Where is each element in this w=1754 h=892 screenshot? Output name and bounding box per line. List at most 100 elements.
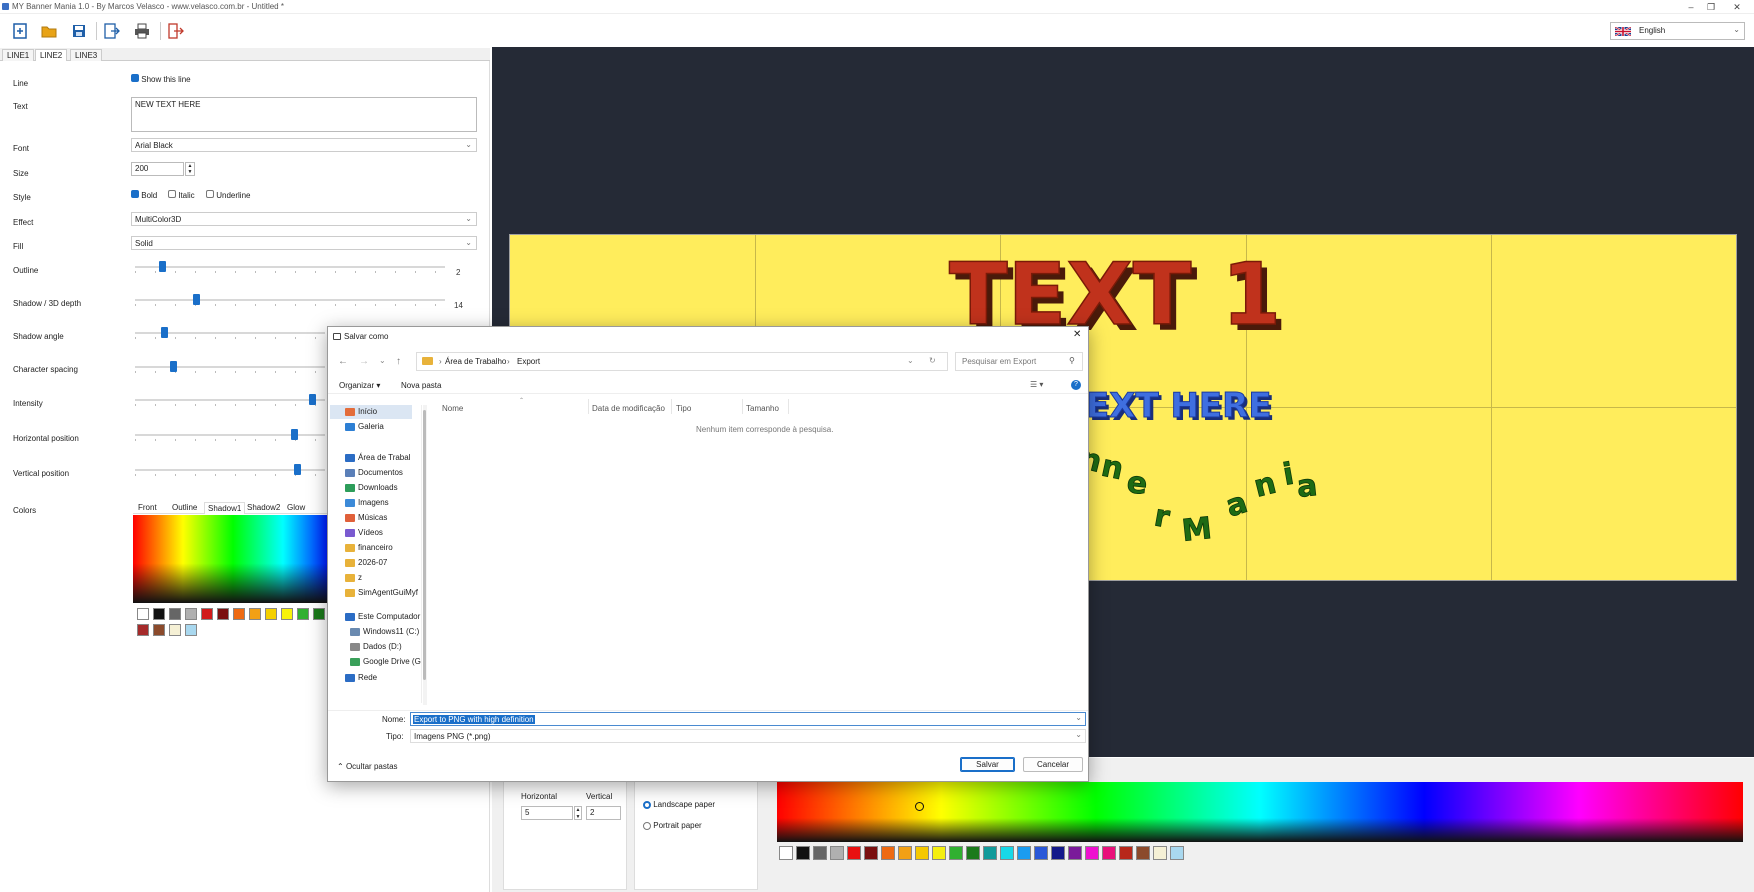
- maximize-button[interactable]: ❐: [1704, 1, 1718, 13]
- color-swatch[interactable]: [169, 608, 181, 620]
- view-options-icon[interactable]: ☰ ▾: [1030, 380, 1043, 389]
- text-input[interactable]: NEW TEXT HERE: [131, 97, 477, 132]
- nav-item-folder[interactable]: SimAgentGuiMyf: [345, 586, 425, 600]
- exit-icon[interactable]: [166, 21, 186, 41]
- tab-outline[interactable]: Outline: [169, 502, 200, 513]
- slider-thumb[interactable]: [291, 429, 298, 440]
- color-swatch[interactable]: [779, 846, 793, 860]
- color-swatch[interactable]: [915, 846, 929, 860]
- color-swatch[interactable]: [169, 624, 181, 636]
- column-size[interactable]: Tamanho: [746, 404, 779, 413]
- portrait-radio[interactable]: Portrait paper: [643, 821, 702, 830]
- color-swatch[interactable]: [830, 846, 844, 860]
- color-picker-cursor[interactable]: [915, 802, 924, 811]
- nav-item-desktop[interactable]: Área de Trabal: [345, 451, 425, 465]
- landscape-radio[interactable]: Landscape paper: [643, 800, 715, 809]
- chevron-down-icon[interactable]: ⌄: [1075, 713, 1082, 722]
- nav-item-drive-c[interactable]: Windows11 (C:): [350, 625, 430, 639]
- vertical-pages-stepper[interactable]: 2: [586, 806, 621, 820]
- color-swatch[interactable]: [137, 624, 149, 636]
- up-arrow-icon[interactable]: ↑: [396, 356, 401, 367]
- color-swatch[interactable]: [233, 608, 245, 620]
- background-color-spectrum[interactable]: [777, 782, 1743, 842]
- column-type[interactable]: Tipo: [676, 404, 691, 413]
- color-swatch[interactable]: [137, 608, 149, 620]
- underline-checkbox[interactable]: Underline: [206, 190, 250, 200]
- vertical-position-slider[interactable]: [135, 464, 325, 476]
- minimize-button[interactable]: –: [1684, 1, 1698, 13]
- color-swatch[interactable]: [966, 846, 980, 860]
- slider-thumb[interactable]: [193, 294, 200, 305]
- nav-item-galeria[interactable]: Galeria: [345, 420, 425, 434]
- recent-chevron-icon[interactable]: ⌄: [379, 356, 386, 365]
- file-name-input[interactable]: Export to PNG with high definition ⌄: [410, 712, 1086, 726]
- color-swatch[interactable]: [249, 608, 261, 620]
- color-swatch[interactable]: [898, 846, 912, 860]
- color-swatch[interactable]: [983, 846, 997, 860]
- color-swatch[interactable]: [1051, 846, 1065, 860]
- export-icon[interactable]: [102, 21, 122, 41]
- tab-line3[interactable]: LINE3: [70, 49, 103, 61]
- nav-item-google-drive[interactable]: Google Drive (G: [350, 655, 430, 669]
- tab-shadow2[interactable]: Shadow2: [244, 502, 283, 513]
- color-swatch[interactable]: [1170, 846, 1184, 860]
- breadcrumb-desktop[interactable]: Área de Trabalho: [445, 357, 506, 366]
- column-name[interactable]: Nome: [442, 404, 463, 413]
- show-line-checkbox[interactable]: Show this line: [131, 74, 191, 84]
- nav-item-documents[interactable]: Documentos: [345, 466, 425, 480]
- character-spacing-slider[interactable]: [135, 361, 325, 373]
- color-swatch[interactable]: [1017, 846, 1031, 860]
- new-folder-button[interactable]: Nova pasta: [401, 381, 441, 390]
- nav-item-folder[interactable]: z: [345, 571, 425, 585]
- color-swatch[interactable]: [1136, 846, 1150, 860]
- shadow-depth-slider[interactable]: [135, 294, 445, 306]
- address-bar[interactable]: › Área de Trabalho › Export ⌄ ↻: [416, 352, 948, 371]
- refresh-icon[interactable]: ↻: [929, 356, 936, 365]
- nav-item-images[interactable]: Imagens: [345, 496, 425, 510]
- color-swatch[interactable]: [313, 608, 325, 620]
- color-swatch[interactable]: [1102, 846, 1116, 860]
- spin-icon[interactable]: ▲ ▼: [574, 806, 582, 820]
- slider-thumb[interactable]: [161, 327, 168, 338]
- nav-item-this-pc[interactable]: Este Computador: [345, 610, 425, 624]
- color-swatch[interactable]: [932, 846, 946, 860]
- nav-item-videos[interactable]: Vídeos: [345, 526, 425, 540]
- color-swatch[interactable]: [1000, 846, 1014, 860]
- color-swatch[interactable]: [881, 846, 895, 860]
- open-folder-icon[interactable]: [39, 21, 59, 41]
- save-button[interactable]: Salvar: [960, 757, 1015, 772]
- back-arrow-icon[interactable]: ←: [338, 356, 348, 367]
- color-swatch[interactable]: [217, 608, 229, 620]
- hide-folders-button[interactable]: ⌃ Ocultar pastas: [337, 762, 398, 771]
- slider-thumb[interactable]: [309, 394, 316, 405]
- search-box[interactable]: Pesquisar em Export ⚲: [955, 352, 1083, 371]
- intensity-slider[interactable]: [135, 394, 325, 406]
- nav-scrollbar[interactable]: [423, 405, 427, 705]
- column-date-modified[interactable]: Data de modificação: [592, 404, 665, 413]
- size-stepper[interactable]: 200: [131, 162, 184, 176]
- slider-thumb[interactable]: [294, 464, 301, 475]
- color-swatch[interactable]: [201, 608, 213, 620]
- fill-select[interactable]: Solid ⌄: [131, 236, 477, 250]
- color-swatch[interactable]: [185, 624, 197, 636]
- nav-item-inicio[interactable]: Início: [345, 405, 425, 419]
- print-icon[interactable]: [132, 21, 152, 41]
- bold-checkbox[interactable]: Bold: [131, 190, 157, 200]
- italic-checkbox[interactable]: Italic: [168, 190, 195, 200]
- effect-select[interactable]: MultiColor3D ⌄: [131, 212, 477, 226]
- language-select[interactable]: English ⌄: [1610, 22, 1745, 40]
- new-file-icon[interactable]: [10, 21, 30, 41]
- dialog-close-icon[interactable]: ✕: [1073, 329, 1081, 340]
- forward-arrow-icon[interactable]: →: [359, 356, 369, 367]
- color-swatch[interactable]: [265, 608, 277, 620]
- nav-item-drive-d[interactable]: Dados (D:): [350, 640, 430, 654]
- file-type-select[interactable]: Imagens PNG (*.png) ⌄: [410, 729, 1086, 743]
- tab-front[interactable]: Front: [135, 502, 160, 513]
- color-spectrum-picker[interactable]: [133, 515, 333, 603]
- color-swatch[interactable]: [813, 846, 827, 860]
- outline-slider[interactable]: [135, 261, 445, 273]
- color-swatch[interactable]: [153, 624, 165, 636]
- slider-thumb[interactable]: [159, 261, 166, 272]
- color-swatch[interactable]: [281, 608, 293, 620]
- help-icon[interactable]: ?: [1071, 380, 1081, 390]
